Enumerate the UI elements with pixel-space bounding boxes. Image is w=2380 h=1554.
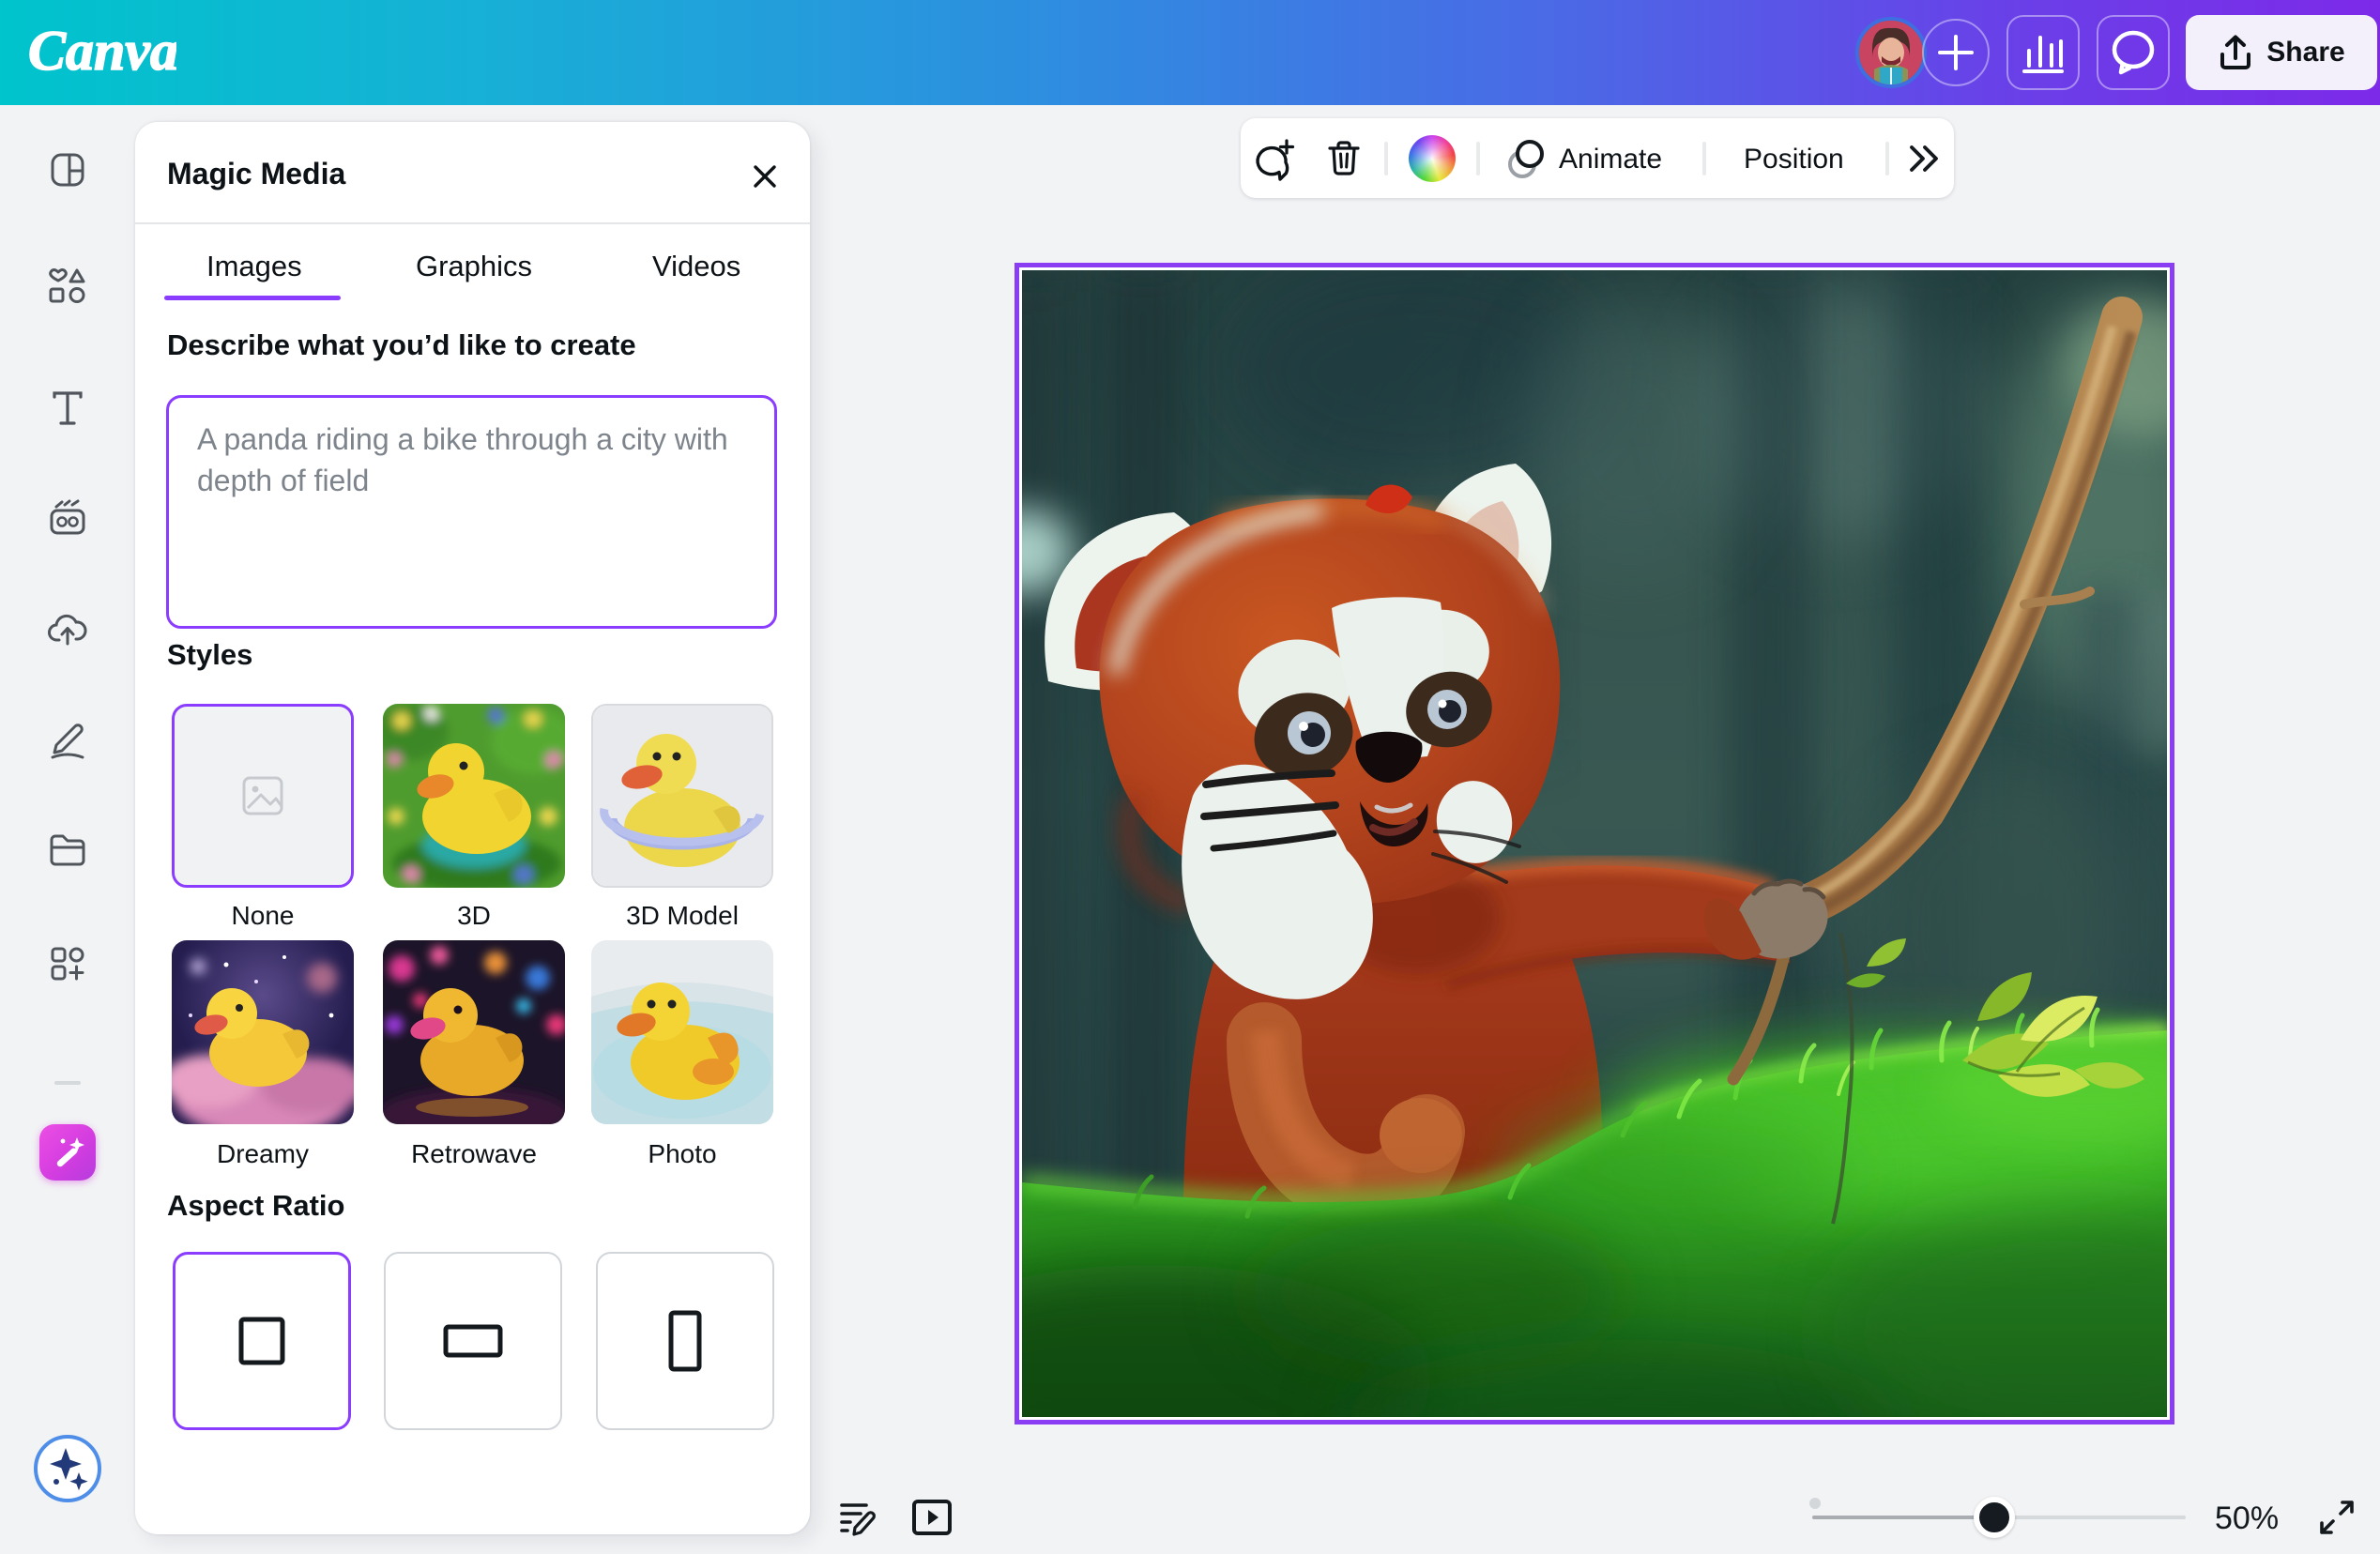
svg-text:Canva: Canva — [28, 20, 176, 82]
